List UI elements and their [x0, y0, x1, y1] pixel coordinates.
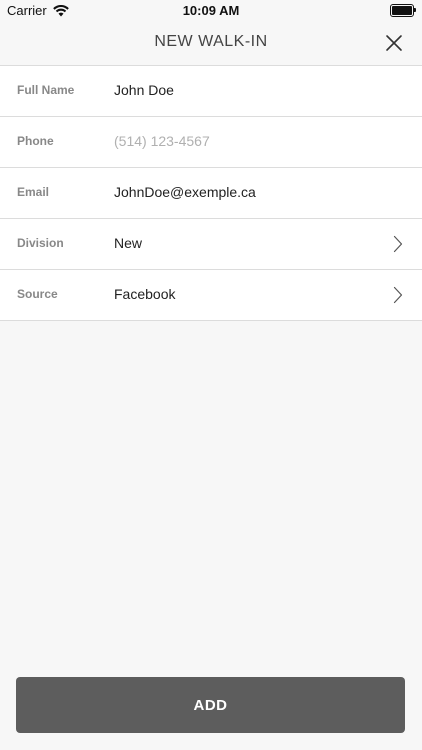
chevron-right-icon	[393, 286, 403, 304]
page-title: NEW WALK-IN	[154, 33, 268, 50]
battery-icon	[390, 4, 416, 17]
email-row[interactable]: Email JohnDoe@exemple.ca	[0, 168, 422, 219]
division-value: New	[114, 235, 143, 251]
close-icon[interactable]	[384, 33, 404, 53]
phone-field[interactable]: (514) 123-4567	[114, 133, 210, 149]
add-button-label: ADD	[193, 696, 228, 714]
full-name-row[interactable]: Full Name John Doe	[0, 66, 422, 117]
status-time: 10:09 AM	[182, 3, 240, 18]
source-value: Facebook	[114, 286, 176, 302]
phone-label: Phone	[17, 134, 54, 148]
phone-row[interactable]: Phone (514) 123-4567	[0, 117, 422, 168]
battery-fill	[392, 6, 412, 15]
division-row[interactable]: Division New	[0, 219, 422, 270]
source-row[interactable]: Source Facebook	[0, 270, 422, 321]
source-label: Source	[17, 287, 58, 301]
full-name-field[interactable]: John Doe	[114, 82, 174, 98]
email-label: Email	[17, 185, 50, 199]
full-name-label: Full Name	[17, 83, 75, 97]
email-field[interactable]: JohnDoe@exemple.ca	[114, 184, 256, 200]
add-button[interactable]: ADD	[16, 677, 405, 733]
chevron-right-icon	[393, 235, 403, 253]
status-bar: Carrier 10:09 AM	[0, 0, 422, 22]
division-label: Division	[17, 236, 64, 250]
nav-bar: NEW WALK-IN	[0, 22, 422, 65]
walk-in-form: Full Name John Doe Phone (514) 123-4567 …	[0, 65, 422, 321]
